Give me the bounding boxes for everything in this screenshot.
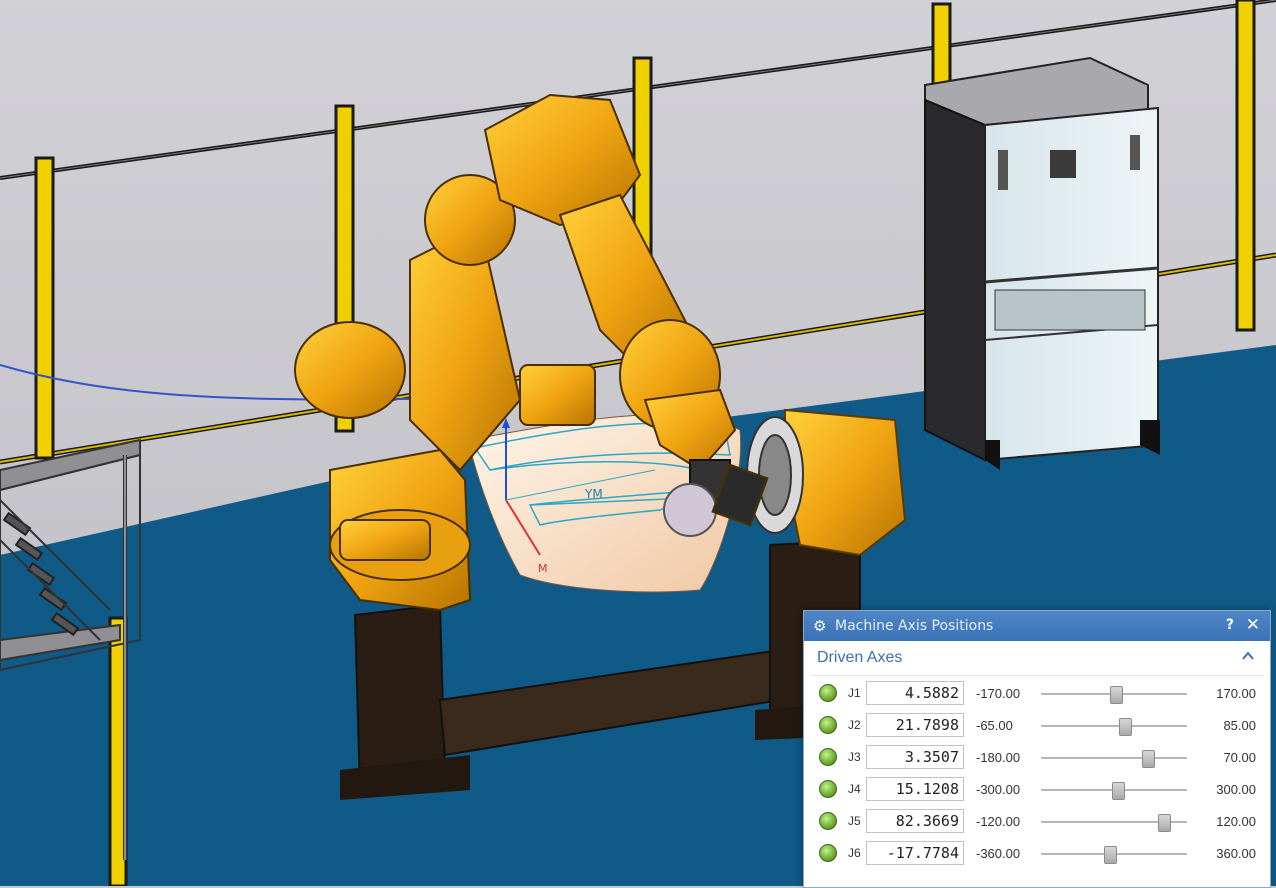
axis-slider-thumb[interactable] xyxy=(1111,782,1125,800)
control-cabinet xyxy=(924,56,1160,470)
status-led-icon[interactable] xyxy=(819,684,837,702)
axis-min-label: -300.00 xyxy=(976,782,1021,797)
axis-row: J5 82.3669 -120.00 120.00 xyxy=(804,804,1270,836)
status-led-icon[interactable] xyxy=(819,844,837,862)
close-button[interactable]: ✕ xyxy=(1246,615,1260,635)
csys-small-label: M xyxy=(538,562,548,575)
status-led-icon[interactable] xyxy=(819,780,837,798)
chevron-up-icon[interactable] xyxy=(1240,648,1256,664)
axis-name: J2 xyxy=(848,718,861,732)
axis-value-field[interactable]: 4.5882 xyxy=(866,681,964,705)
axis-max-label: 70.00 xyxy=(1223,750,1256,765)
axis-max-label: 170.00 xyxy=(1216,686,1256,701)
status-led-icon[interactable] xyxy=(819,716,837,734)
dialog-titlebar[interactable]: ⚙ Machine Axis Positions ? ✕ xyxy=(804,611,1270,641)
driven-axes-section-header[interactable]: Driven Axes xyxy=(810,641,1264,676)
axis-row: J3 3.3507 -180.00 70.00 xyxy=(804,740,1270,772)
axis-slider-track[interactable] xyxy=(1041,757,1187,759)
section-title: Driven Axes xyxy=(817,649,903,666)
help-button[interactable]: ? xyxy=(1226,617,1234,633)
status-led-icon[interactable] xyxy=(819,812,837,830)
axis-min-label: -65.00 xyxy=(976,718,1013,733)
axis-value-field[interactable]: 3.3507 xyxy=(866,745,964,769)
axis-slider-thumb[interactable] xyxy=(1158,814,1172,832)
axis-value-field[interactable]: -17.7784 xyxy=(866,841,964,865)
axis-max-label: 120.00 xyxy=(1216,814,1256,829)
axis-list: J1 4.5882 -170.00 170.00 J2 21.7898 -65.00 85.0… xyxy=(804,676,1270,868)
axis-slider-thumb[interactable] xyxy=(1142,750,1156,768)
axis-name: J6 xyxy=(848,846,861,860)
axis-min-label: -360.00 xyxy=(976,846,1021,861)
axis-slider-thumb[interactable] xyxy=(1104,846,1118,864)
axis-value-field[interactable]: 15.1208 xyxy=(866,777,964,801)
gear-icon[interactable]: ⚙ xyxy=(813,619,827,634)
axis-name: J5 xyxy=(848,814,861,828)
axis-slider-track[interactable] xyxy=(1041,725,1187,727)
axis-row: J1 4.5882 -170.00 170.00 xyxy=(804,676,1270,708)
positioner-right xyxy=(746,408,907,557)
axis-row: J6 -17.7784 -360.00 360.00 xyxy=(804,836,1270,868)
axis-value-field[interactable]: 82.3669 xyxy=(866,809,964,833)
axis-row: J2 21.7898 -65.00 85.00 xyxy=(804,708,1270,740)
axis-slider-thumb[interactable] xyxy=(1109,686,1123,704)
axis-name: J1 xyxy=(848,686,861,700)
axis-max-label: 300.00 xyxy=(1216,782,1256,797)
axis-slider-thumb[interactable] xyxy=(1119,718,1133,736)
axis-row: J4 15.1208 -300.00 300.00 xyxy=(804,772,1270,804)
axis-name: J3 xyxy=(848,750,861,764)
csys-label: YM xyxy=(584,487,603,501)
axis-max-label: 85.00 xyxy=(1223,718,1256,733)
axis-max-label: 360.00 xyxy=(1216,846,1256,861)
machine-axis-positions-dialog: ⚙ Machine Axis Positions ? ✕ Driven Axes… xyxy=(803,610,1271,888)
status-led-icon[interactable] xyxy=(819,748,837,766)
axis-name: J4 xyxy=(848,782,861,796)
axis-min-label: -170.00 xyxy=(976,686,1021,701)
dialog-title: Machine Axis Positions xyxy=(835,618,994,634)
axis-value-field[interactable]: 21.7898 xyxy=(866,713,964,737)
axis-min-label: -120.00 xyxy=(976,814,1021,829)
axis-min-label: -180.00 xyxy=(976,750,1021,765)
